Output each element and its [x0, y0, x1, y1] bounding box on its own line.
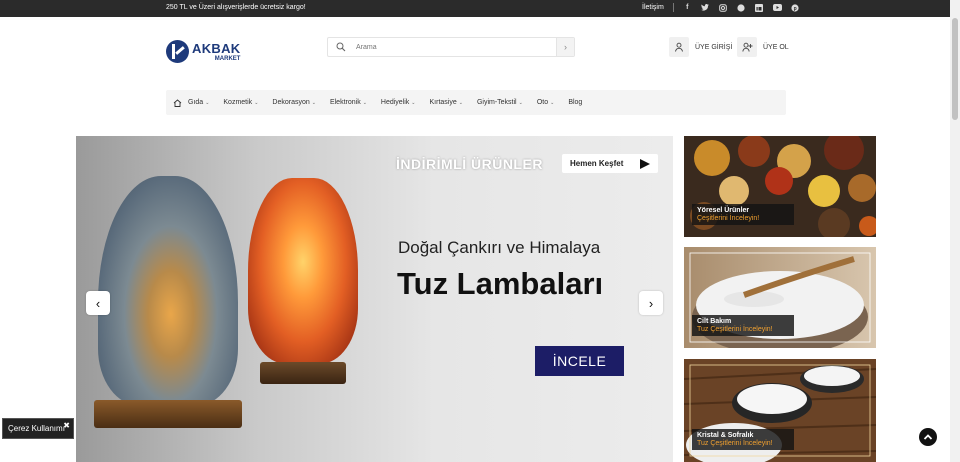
card-subtitle: Tuz Çeşitlerini İnceleyin!	[697, 326, 773, 333]
register-label: ÜYE OL	[763, 43, 789, 51]
svg-text:p: p	[794, 6, 797, 12]
nav-item-hediyelik[interactable]: Hediyelik ⌄	[381, 99, 416, 106]
chevron-right-icon: ›	[648, 295, 654, 311]
brand-sub: MARKET	[214, 55, 241, 62]
contact-link[interactable]: İletişim	[642, 4, 664, 11]
salt-lamp-image	[248, 178, 358, 384]
card-label: Yöresel Ürünler Çeşitlerini İnceleyin!	[692, 204, 794, 225]
slider-next-button[interactable]: ›	[639, 291, 663, 315]
chevron-right-icon: ›	[564, 42, 567, 52]
chevron-down-icon: ⌄	[550, 100, 555, 106]
search-bar: ›	[327, 37, 575, 57]
inspect-button[interactable]: İNCELE	[535, 346, 624, 376]
scrollbar-thumb[interactable]	[952, 18, 958, 120]
chevron-left-icon: ‹	[95, 295, 101, 311]
nav-item-giyim-tekstil[interactable]: Giyim-Tekstil ⌄	[477, 99, 523, 106]
register-button[interactable]: ÜYE OL	[737, 37, 789, 57]
card-title: Kristal & Sofralık	[697, 432, 754, 439]
back-to-top-button[interactable]	[919, 428, 937, 446]
nav-item-kirtasiye[interactable]: Kırtasiye ⌄	[430, 99, 463, 106]
card-subtitle: Çeşitlerini İnceleyin!	[697, 215, 760, 222]
cookie-label: Çerez Kullanımı	[8, 424, 65, 433]
brand-name: AKBAK	[192, 40, 241, 56]
nav-item-oto[interactable]: Oto ⌄	[537, 99, 555, 106]
free-shipping-promo: 250 TL ve Üzeri alışverişlerde ücretsiz …	[166, 4, 306, 11]
chevron-down-icon: ⌄	[311, 100, 316, 106]
divider	[672, 3, 674, 12]
add-user-icon	[737, 37, 757, 57]
nav-item-dekorasyon[interactable]: Dekorasyon ⌄	[272, 99, 316, 106]
pinterest-icon[interactable]: p	[791, 3, 800, 12]
chevron-down-icon: ⌄	[458, 100, 463, 106]
youtube-icon[interactable]	[772, 3, 782, 12]
close-icon[interactable]: ✖	[63, 421, 70, 430]
login-button[interactable]: ÜYE GİRİŞİ	[669, 37, 732, 57]
hero-slider[interactable]: İNDİRİMLİ ÜRÜNLER Hemen Keşfet Doğal Çan…	[76, 136, 673, 462]
chevron-down-icon: ⌄	[411, 100, 416, 106]
chevron-down-icon: ⌄	[254, 100, 259, 106]
chevron-down-icon: ⌄	[362, 100, 367, 106]
facebook-icon[interactable]: f	[683, 3, 692, 12]
card-label: Cilt Bakım Tuz Çeşitlerini İnceleyin!	[692, 315, 794, 336]
search-submit-button[interactable]: ›	[556, 38, 574, 56]
twitter-icon[interactable]	[701, 3, 710, 12]
top-bar-right: İletişim f p	[642, 3, 800, 12]
search-input[interactable]	[356, 41, 546, 54]
slider-headline: İNDİRİMLİ ÜRÜNLER	[396, 156, 543, 172]
search-icon	[336, 42, 346, 52]
category-card-regional[interactable]: Yöresel Ürünler Çeşitlerini İnceleyin!	[684, 136, 876, 237]
user-icon	[669, 37, 689, 57]
category-card-skincare[interactable]: Cilt Bakım Tuz Çeşitlerini İnceleyin!	[684, 247, 876, 348]
card-title: Yöresel Ürünler	[697, 207, 750, 214]
card-label: Kristal & Sofralık Tuz Çeşitlerini İncel…	[692, 429, 794, 450]
linkedin-icon[interactable]	[755, 3, 764, 12]
play-arrow-icon	[640, 158, 650, 169]
nav-item-kozmetik[interactable]: Kozmetik ⌄	[223, 99, 258, 106]
discover-button[interactable]: Hemen Keşfet	[562, 154, 658, 173]
chevron-up-icon	[923, 434, 933, 440]
cookie-notice[interactable]: Çerez Kullanımı ✖	[2, 418, 74, 439]
page-scrollbar[interactable]	[950, 0, 960, 462]
chevron-down-icon: ⌄	[205, 100, 210, 106]
chevron-down-icon: ⌄	[518, 100, 523, 106]
instagram-icon[interactable]	[719, 3, 728, 12]
brand-logo[interactable]: AKBAK MARKET	[166, 40, 240, 63]
home-icon[interactable]	[166, 98, 188, 107]
nav-item-elektronik[interactable]: Elektronik ⌄	[330, 99, 367, 106]
card-subtitle: Tuz Çeşitlerini İnceleyin!	[697, 440, 773, 447]
whatsapp-icon[interactable]	[737, 3, 746, 12]
login-label: ÜYE GİRİŞİ	[695, 43, 733, 51]
nav-item-blog[interactable]: Blog	[568, 99, 582, 106]
card-title: Cilt Bakım	[697, 318, 732, 325]
slider-subtitle: Doğal Çankırı ve Himalaya	[398, 238, 601, 257]
logo-mark-icon	[166, 40, 189, 63]
slider-title: Tuz Lambaları	[397, 266, 604, 301]
salt-lamp-image	[94, 176, 242, 428]
category-card-crystal-table[interactable]: Kristal & Sofralık Tuz Çeşitlerini İncel…	[684, 359, 876, 462]
slider-prev-button[interactable]: ‹	[86, 291, 110, 315]
top-bar: 250 TL ve Üzeri alışverişlerde ücretsiz …	[0, 0, 950, 17]
main-nav: Gıda ⌄ Kozmetik ⌄ Dekorasyon ⌄ Elektronik ⌄ …	[166, 90, 786, 115]
nav-item-gida[interactable]: Gıda ⌄	[188, 99, 209, 106]
